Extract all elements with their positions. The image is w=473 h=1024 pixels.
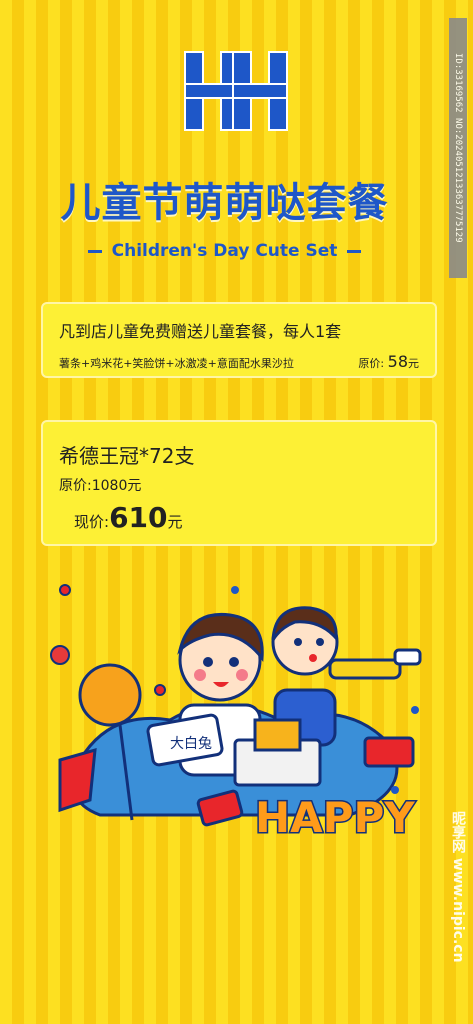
subtitle-text: Children's Day Cute Set	[111, 241, 338, 261]
price-unit: 元	[408, 357, 419, 370]
watermark-id: ID:33169562 NO:20240512133637775129	[449, 18, 467, 278]
price-value: 58	[387, 352, 408, 371]
watermark-site: 昵享网 www.nipic.cn	[450, 811, 466, 963]
confetti-dot	[59, 584, 71, 596]
happy-text: HAPPY	[255, 793, 415, 842]
offer-current-price: 现价:610元	[59, 501, 419, 534]
water-gun-icon	[328, 648, 422, 680]
confetti-dot	[154, 684, 166, 696]
confetti-dot	[411, 706, 419, 714]
offer-name: 希德王冠*72支	[59, 444, 195, 468]
now-label: 现价:	[74, 513, 110, 531]
lollipop-icon	[50, 645, 70, 665]
kids-meal-items: 薯条+鸡米花+笑脸饼+冰激凌+意面配水果沙拉	[59, 357, 294, 370]
kids-meal-card: 凡到店儿童免费赠送儿童套餐，每人1套 薯条+鸡米花+笑脸饼+冰激凌+意面配水果沙…	[41, 302, 437, 378]
now-unit: 元	[167, 513, 183, 531]
logo	[184, 51, 288, 131]
divider-right	[347, 249, 362, 253]
kids-meal-price: 原价: 58元	[358, 352, 419, 371]
page-title: 儿童节萌萌哒套餐	[60, 180, 389, 226]
kids-meal-headline: 凡到店儿童免费赠送儿童套餐，每人1套	[59, 322, 342, 341]
kids-meal-row: 薯条+鸡米花+笑脸饼+冰激凌+意面配水果沙拉 原价: 58元	[59, 352, 419, 371]
now-value: 610	[109, 501, 168, 534]
crown-offer-card: 希德王冠*72支 原价:1080元 现价:610元	[41, 420, 437, 546]
original-value: 1080元	[91, 478, 142, 494]
gamepad-right-icon	[363, 736, 415, 768]
kids-illustration: 大白兔 HAPPY	[50, 584, 422, 844]
confetti-dot	[231, 586, 239, 594]
ribbon-icon	[58, 747, 97, 813]
divider-left	[87, 249, 102, 253]
price-label: 原价:	[358, 357, 385, 370]
original-label: 原价:	[59, 478, 92, 494]
offer-original-price: 原价:1080元	[59, 475, 419, 495]
page-subtitle: Children's Day Cute Set	[0, 241, 449, 261]
balloon-icon	[78, 663, 142, 727]
box-label: 大白兔	[170, 736, 212, 752]
